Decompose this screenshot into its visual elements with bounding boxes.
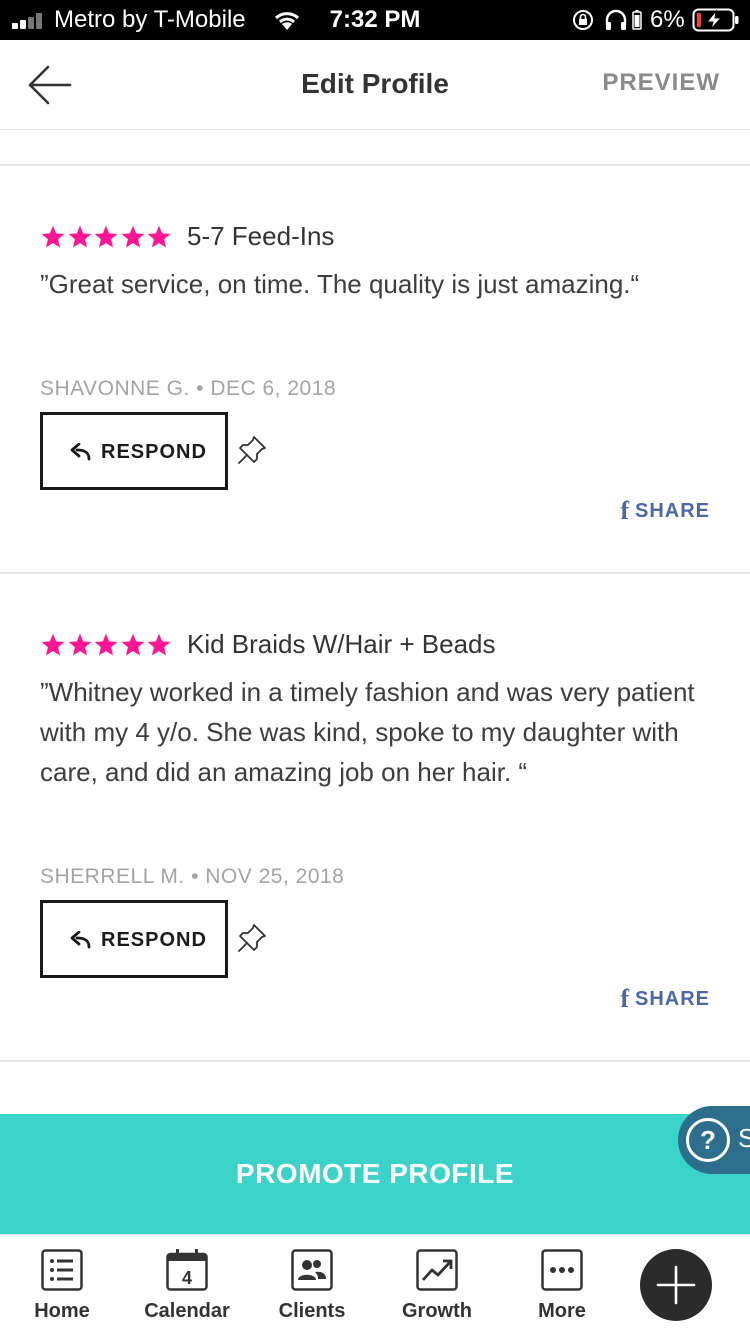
respond-label: RESPOND bbox=[101, 441, 207, 463]
headphones-icon bbox=[605, 9, 627, 30]
review-author-date: SHERRELL M. • NOV 25, 2018 bbox=[40, 865, 345, 888]
facebook-icon: f bbox=[620, 984, 629, 1013]
tab-clients[interactable]: Clients bbox=[257, 1249, 367, 1329]
star-rating bbox=[40, 224, 173, 250]
review-service-name: 5-7 Feed-Ins bbox=[187, 221, 335, 251]
tab-label: More bbox=[538, 1300, 586, 1322]
help-question-icon: ? bbox=[686, 1118, 730, 1162]
plus-icon bbox=[656, 1265, 696, 1305]
top-nav-bar: Edit Profile PREVIEW bbox=[0, 40, 750, 130]
review-service-name: Kid Braids W/Hair + Beads bbox=[187, 629, 496, 659]
promote-profile-label: PROMOTE PROFILE bbox=[235, 1158, 515, 1189]
clients-icon bbox=[291, 1249, 333, 1291]
battery-charging-icon bbox=[692, 8, 739, 32]
status-bar: Metro by T-Mobile 7:32 PM 6% bbox=[0, 0, 750, 40]
tab-more[interactable]: More bbox=[507, 1249, 617, 1329]
preview-button[interactable]: PREVIEW bbox=[602, 68, 720, 98]
facebook-share-button[interactable]: f SHARE bbox=[620, 986, 710, 1012]
star-rating bbox=[40, 632, 173, 658]
respond-button[interactable]: RESPOND bbox=[40, 900, 228, 978]
star-icon bbox=[41, 633, 65, 656]
section-divider bbox=[0, 1060, 750, 1062]
tab-label: Calendar bbox=[144, 1300, 230, 1322]
star-icon bbox=[68, 633, 91, 656]
share-label: SHARE bbox=[634, 500, 710, 522]
rotation-lock-icon bbox=[573, 10, 593, 30]
reply-arrow-icon bbox=[70, 931, 91, 949]
share-label: SHARE bbox=[634, 988, 710, 1010]
review-text: ”Great service, on time. The quality is … bbox=[40, 269, 640, 299]
calendar-icon: 4 bbox=[166, 1249, 208, 1291]
facebook-share-button[interactable]: f SHARE bbox=[620, 498, 710, 524]
add-button[interactable] bbox=[640, 1249, 712, 1321]
review-author-date: SHAVONNE G. • DEC 6, 2018 bbox=[40, 377, 337, 400]
pin-icon[interactable] bbox=[236, 434, 268, 466]
tab-label: Clients bbox=[278, 1300, 346, 1322]
respond-button[interactable]: RESPOND bbox=[40, 412, 228, 490]
tab-home[interactable]: Home bbox=[7, 1249, 117, 1329]
device-battery-icon bbox=[632, 10, 642, 30]
growth-chart-icon bbox=[416, 1249, 458, 1291]
star-icon bbox=[94, 633, 118, 656]
list-icon bbox=[41, 1249, 83, 1291]
star-icon bbox=[94, 225, 118, 248]
more-dots-icon bbox=[541, 1249, 583, 1291]
help-button[interactable]: ? S bbox=[678, 1106, 750, 1174]
battery-percentage: 6% bbox=[650, 6, 685, 33]
reply-arrow-icon bbox=[70, 443, 91, 461]
tab-label: Home bbox=[34, 1300, 90, 1322]
star-icon bbox=[68, 225, 91, 248]
review-text: ”Whitney worked in a timely fashion and … bbox=[40, 677, 695, 787]
help-label-partial: S bbox=[738, 1123, 750, 1153]
respond-label: RESPOND bbox=[101, 929, 207, 951]
section-divider bbox=[0, 572, 750, 574]
star-icon bbox=[147, 633, 171, 656]
promote-profile-button[interactable]: PROMOTE PROFILE bbox=[0, 1114, 750, 1234]
facebook-icon: f bbox=[620, 496, 629, 525]
section-divider bbox=[0, 164, 750, 166]
star-icon bbox=[147, 225, 171, 248]
bottom-tab-bar: Home 4 Calendar Clients Growth More bbox=[0, 1234, 750, 1334]
star-icon bbox=[121, 225, 144, 248]
tab-calendar[interactable]: 4 Calendar bbox=[132, 1249, 242, 1329]
tab-label: Growth bbox=[402, 1300, 472, 1322]
calendar-day: 4 bbox=[182, 1268, 192, 1288]
star-icon bbox=[121, 633, 144, 656]
tab-growth[interactable]: Growth bbox=[382, 1249, 492, 1329]
star-icon bbox=[41, 225, 65, 248]
pin-icon[interactable] bbox=[236, 922, 268, 954]
